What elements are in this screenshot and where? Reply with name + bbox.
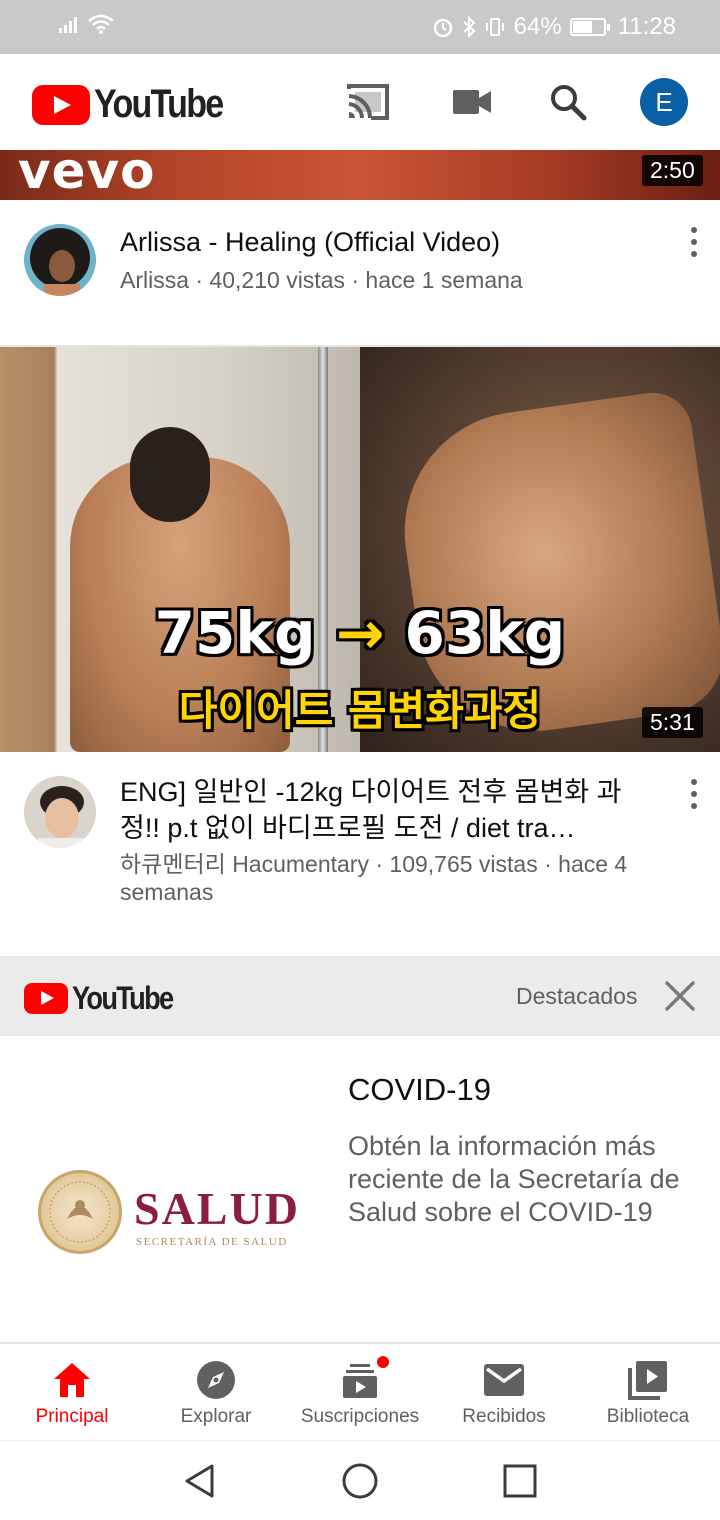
nav-biblioteca[interactable]: Biblioteca [576, 1344, 720, 1440]
recents-icon[interactable] [500, 1461, 540, 1501]
mail-icon [482, 1360, 526, 1400]
logo-text: YouTube [72, 980, 174, 1016]
youtube-logo-small: YouTube [24, 980, 190, 1017]
video-thumbnail[interactable]: vevo 2:50 [0, 150, 720, 200]
status-bar: 64% 11:28 [0, 0, 720, 54]
youtube-logo[interactable]: YouTube [32, 82, 245, 127]
battery-percent: 64% [513, 13, 562, 40]
nav-explorar[interactable]: Explorar [144, 1344, 288, 1440]
nav-principal[interactable]: Principal [0, 1344, 144, 1440]
back-icon[interactable] [180, 1461, 220, 1501]
nav-label: Recibidos [462, 1406, 546, 1427]
youtube-play-icon [32, 84, 90, 125]
status-left [58, 14, 114, 34]
battery-icon [569, 18, 610, 36]
nav-suscripciones[interactable]: Suscripciones [288, 1344, 432, 1440]
mexico-seal-icon [38, 1170, 122, 1254]
clock: 11:28 [617, 13, 676, 40]
bottom-navigation: Principal Explorar Suscripciones Recibid… [0, 1342, 720, 1440]
nav-label: Suscripciones [300, 1406, 420, 1427]
thumbnail-caption: 다이어트 몸변화과정 [178, 686, 542, 735]
promo-title[interactable]: COVID-19 [348, 1072, 491, 1108]
signal-icon [59, 17, 77, 33]
video-info[interactable]: ENG] 일반인 -12kg 다이어트 전후 몸변화 과정!! p.t 없이 바… [0, 752, 720, 954]
video-meta: Arlissa · 40,210 vistas · hace 1 semana [120, 267, 523, 293]
video-meta: 하큐멘터리 Hacumentary · 109,765 vistas · hac… [120, 851, 628, 905]
more-options-icon[interactable] [682, 776, 706, 812]
compass-icon [194, 1360, 238, 1400]
promo-description: Obtén la información más reciente de la … [348, 1131, 680, 1227]
nav-label: Principal [35, 1406, 109, 1427]
nav-label: Explorar [180, 1406, 252, 1427]
search-icon[interactable] [544, 80, 592, 124]
notification-dot [375, 1354, 391, 1370]
promo-tag: Destacados [516, 983, 638, 1009]
video-title[interactable]: ENG] 일반인 -12kg 다이어트 전후 몸변화 과정!! p.t 없이 바… [120, 774, 660, 846]
bluetooth-icon [463, 16, 476, 38]
youtube-play-icon [24, 983, 68, 1014]
battery-fill [572, 21, 592, 33]
channel-avatar[interactable] [24, 224, 96, 296]
status-right: 64% 11:28 [432, 13, 676, 41]
vevo-watermark: vevo [18, 150, 156, 200]
nav-label: Biblioteca [606, 1406, 690, 1427]
video-info[interactable]: Arlissa - Healing (Official Video) Arlis… [0, 200, 720, 346]
account-avatar[interactable]: E [640, 78, 688, 126]
logo-text: YouTube [94, 82, 224, 126]
channel-avatar[interactable] [24, 776, 96, 848]
nav-recibidos[interactable]: Recibidos [432, 1344, 576, 1440]
home-button-icon[interactable] [340, 1461, 380, 1501]
thumbnail-head-before [130, 427, 210, 522]
wifi-icon [88, 14, 114, 34]
system-navigation [0, 1440, 720, 1520]
library-icon [626, 1360, 670, 1400]
thumbnail-weight-text: 75kg → 63kg [154, 599, 566, 667]
promo-card[interactable]: SALUD SECRETARÍA DE SALUD COVID-19 Obtén… [0, 1036, 720, 1342]
video-camera-icon[interactable] [448, 80, 496, 124]
video-duration: 5:31 [642, 707, 703, 738]
more-options-icon[interactable] [682, 224, 706, 260]
app-header: YouTube E [0, 54, 720, 150]
video-title[interactable]: Arlissa - Healing (Official Video) [120, 224, 660, 260]
video-thumbnail[interactable]: 75kg → 63kg 다이어트 몸변화과정 5:31 [0, 347, 720, 752]
cast-icon[interactable] [344, 80, 392, 124]
vibrate-icon [485, 18, 504, 36]
salud-logo-subtext: SECRETARÍA DE SALUD [136, 1236, 288, 1248]
alarm-icon [433, 18, 452, 38]
video-duration: 2:50 [642, 155, 703, 186]
salud-logo-text: SALUD [134, 1183, 300, 1234]
home-icon [50, 1360, 94, 1400]
promo-header: YouTube Destacados [0, 956, 720, 1036]
close-icon[interactable] [660, 976, 700, 1016]
